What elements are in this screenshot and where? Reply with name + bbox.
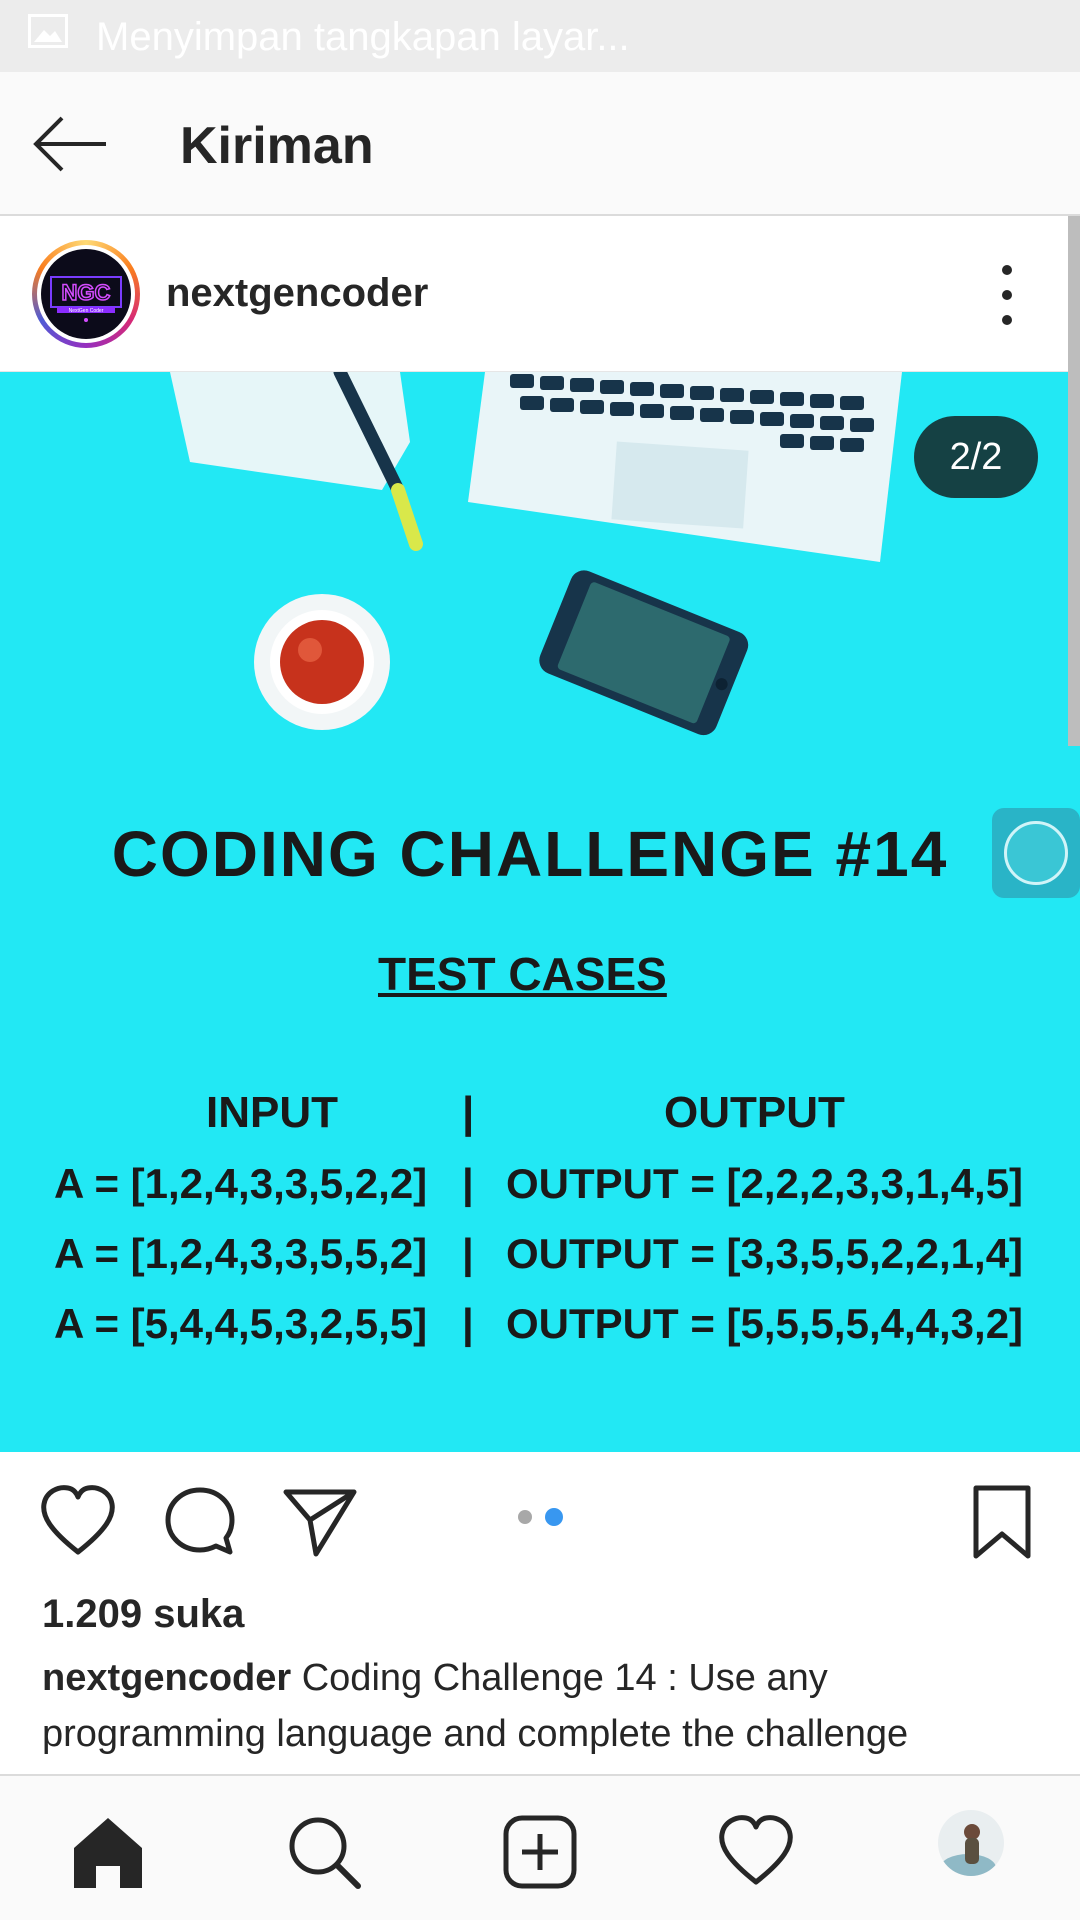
home-icon[interactable]: [68, 1812, 148, 1892]
input-column-header: INPUT: [206, 1088, 338, 1137]
add-post-icon[interactable]: [500, 1812, 580, 1892]
page-title: Kiriman: [180, 117, 374, 175]
activity-heart-icon[interactable]: [716, 1812, 796, 1892]
caption-username[interactable]: nextgencoder: [42, 1657, 291, 1699]
output-column-header: OUTPUT: [664, 1088, 845, 1137]
test-case-output: OUTPUT = [5,5,5,5,4,4,3,2]: [506, 1300, 1024, 1347]
post-caption: nextgencoder Coding Challenge 14 : Use a…: [42, 1650, 1042, 1774]
share-icon[interactable]: [280, 1482, 360, 1562]
search-icon[interactable]: [284, 1812, 364, 1892]
test-case-input: A = [1,2,4,3,3,5,5,2]: [54, 1230, 428, 1277]
scrollbar[interactable]: [1068, 216, 1080, 746]
test-case-input: A = [1,2,4,3,3,5,2,2]: [54, 1160, 428, 1207]
svg-text:NGC: NGC: [62, 280, 111, 305]
heart-icon[interactable]: [38, 1482, 118, 1562]
test-case-output: OUTPUT = [3,3,5,5,2,2,1,4]: [506, 1230, 1024, 1277]
challenge-title: CODING CHALLENGE #14: [111, 818, 949, 890]
test-case-output: OUTPUT = [2,2,2,3,3,1,4,5]: [506, 1160, 1024, 1207]
carousel-indicator: [518, 1508, 566, 1526]
back-arrow-icon[interactable]: [28, 112, 112, 176]
row-separator: |: [462, 1230, 474, 1277]
avatar[interactable]: NGC NextGen Coder: [32, 240, 140, 348]
carousel-page-counter: 2/2: [914, 416, 1038, 498]
assistive-ring-icon: [1004, 821, 1068, 885]
app-header: Kiriman: [0, 72, 1080, 216]
bottom-navigation: [0, 1774, 1080, 1920]
carousel-dot: [518, 1510, 532, 1524]
post-image[interactable]: CODING CHALLENGE #14 TEST CASES INPUT | …: [0, 372, 1080, 1452]
carousel-dot-active: [545, 1508, 563, 1526]
svg-text:NextGen Coder: NextGen Coder: [69, 308, 104, 314]
row-separator: |: [462, 1300, 474, 1347]
floating-assistive-button[interactable]: [992, 808, 1080, 898]
ngc-logo: NGC NextGen Coder: [41, 249, 131, 339]
more-options-icon[interactable]: [990, 260, 1024, 330]
test-cases-heading: TEST CASES: [378, 948, 667, 1000]
row-separator: |: [462, 1160, 474, 1207]
bookmark-icon[interactable]: [962, 1482, 1042, 1562]
test-case-input: A = [5,4,4,5,3,2,5,5]: [54, 1300, 428, 1347]
post-username[interactable]: nextgencoder: [166, 268, 428, 318]
image-icon: [28, 14, 68, 48]
post-header: NGC NextGen Coder nextgencoder: [0, 216, 1080, 372]
profile-avatar[interactable]: [938, 1810, 1004, 1876]
status-text: Menyimpan tangkapan layar...: [96, 15, 630, 59]
comment-icon[interactable]: [160, 1482, 240, 1562]
status-bar: Menyimpan tangkapan layar...: [0, 0, 1080, 72]
column-separator: |: [462, 1088, 475, 1137]
likes-count[interactable]: 1.209 suka: [42, 1590, 244, 1638]
